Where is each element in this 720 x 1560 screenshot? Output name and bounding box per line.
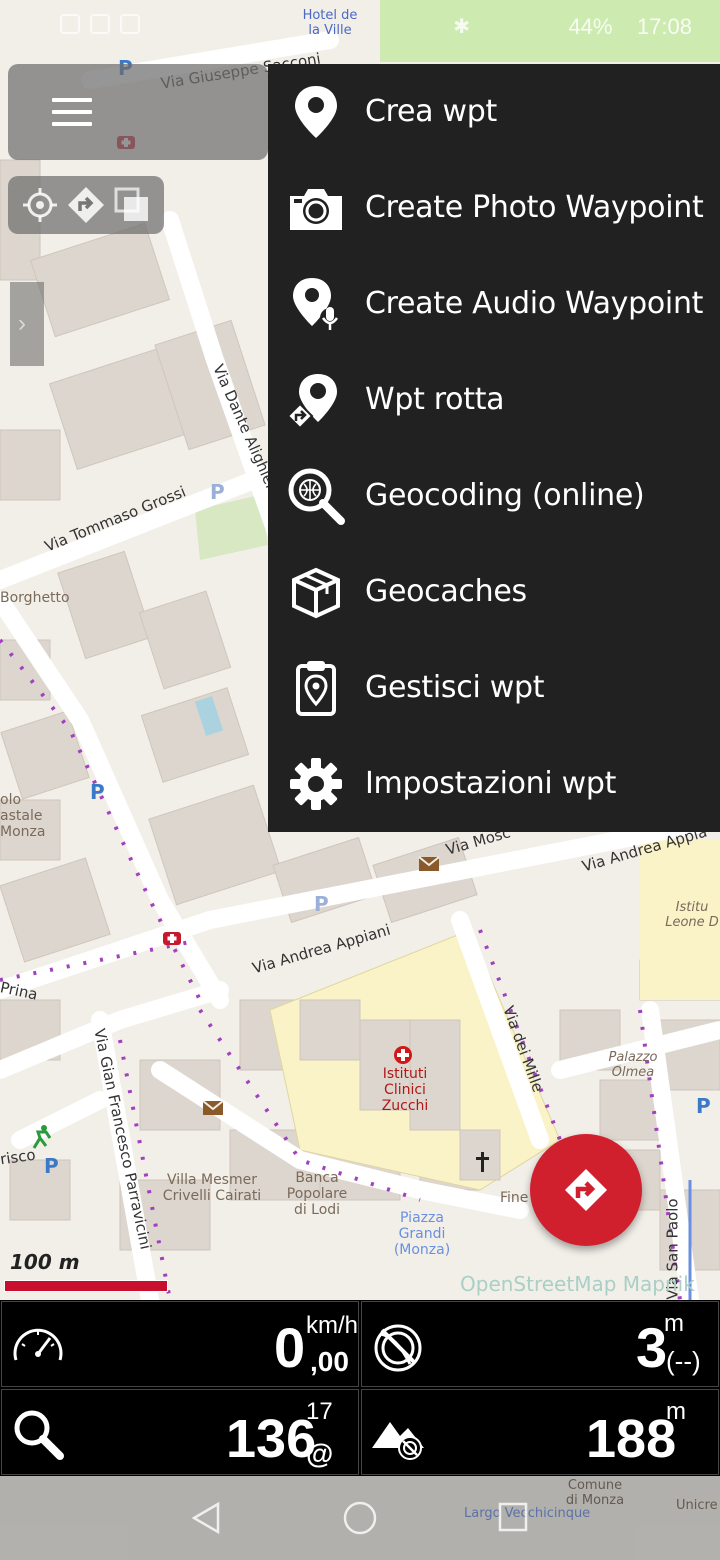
parking-icon-5: P <box>210 480 225 504</box>
system-nav-bar <box>0 1476 720 1560</box>
battery-level: 44% <box>568 14 613 39</box>
notification-icons <box>60 14 140 34</box>
menu-item-label: Create Audio Waypoint <box>365 286 704 321</box>
menu-item-gestisci-wpt[interactable]: Gestisci wpt <box>268 640 720 736</box>
speedometer-icon <box>13 1328 63 1361</box>
back-icon[interactable] <box>188 1500 224 1536</box>
speed-unit: km/h <box>306 1312 359 1339</box>
gps-accuracy-icon <box>374 1324 422 1372</box>
altitude-widget[interactable]: 188 m <box>361 1389 719 1475</box>
menu-item-label: Geocaches <box>365 574 527 609</box>
parking-icon-3: P <box>696 1094 711 1118</box>
poi-villa-mesmer: Villa Mesmer Crivelli Cairati <box>162 1172 262 1204</box>
search-icon <box>14 1410 64 1460</box>
parking-icon-2: P <box>44 1154 59 1178</box>
clock: 17:08 <box>636 14 692 39</box>
recents-icon[interactable] <box>496 1500 532 1536</box>
satellites-widget[interactable]: 136 17 @ <box>1 1389 359 1475</box>
map-attribution[interactable]: OpenStreetMap Mapnik <box>460 1272 695 1296</box>
globe-search-icon <box>288 468 345 525</box>
hospital-icon <box>394 1046 412 1064</box>
menu-item-impostazioni-wpt[interactable]: Impostazioni wpt <box>268 736 720 832</box>
menu-item-label: Geocoding (online) <box>365 478 645 513</box>
crosshair-icon[interactable] <box>20 185 60 225</box>
hamburger-icon <box>52 98 92 126</box>
menu-item-create-audio-waypoint[interactable]: Create Audio Waypoint <box>268 256 720 352</box>
accuracy-widget[interactable]: 3 m (--) <box>361 1301 719 1387</box>
menu-item-label: Crea wpt <box>365 94 497 129</box>
clipboard-pin-icon <box>296 661 336 716</box>
speed-decimals: ,00 <box>310 1346 349 1377</box>
accuracy-unit: m <box>664 1310 684 1337</box>
post-office-icon <box>418 856 440 871</box>
pharmacy-icon <box>163 932 181 945</box>
navigate-diamond-icon <box>565 1169 607 1211</box>
layers-icon[interactable] <box>112 185 152 225</box>
accuracy-value: 3 <box>636 1316 668 1379</box>
poi-istituti-clinici-zucchi: Istituti Clinici Zucchi <box>381 1066 429 1114</box>
menu-item-wpt-rotta[interactable]: Wpt rotta <box>268 352 720 448</box>
home-icon[interactable] <box>342 1500 378 1536</box>
map-tools-bar <box>8 176 164 234</box>
menu-item-geocaches[interactable]: Geocaches <box>268 544 720 640</box>
box-icon <box>292 567 340 619</box>
status-right: 44% 17:08 <box>568 14 692 40</box>
runner-icon <box>32 1125 52 1149</box>
accuracy-extra: (--) <box>666 1346 701 1376</box>
parking-icon-6: P <box>314 892 329 916</box>
church-icon <box>476 1152 489 1172</box>
dashboard: 0 ,00 km/h 3 m (--) 136 17 @ 188 m <box>0 1300 720 1476</box>
menu-item-label: Impostazioni wpt <box>365 766 617 801</box>
poi-fine: Fine <box>500 1190 529 1206</box>
poi-piazza: Piazza Grandi (Monza) <box>393 1210 451 1258</box>
navigate-button[interactable] <box>530 1134 642 1246</box>
mountain-icon <box>372 1422 424 1460</box>
menu-item-label: Wpt rotta <box>365 382 505 417</box>
status-bar: ✱ 44% 17:08 <box>0 0 720 56</box>
menu-item-geocoding[interactable]: Geocoding (online) <box>268 448 720 544</box>
map-scale-label: 100 m <box>10 1250 80 1274</box>
camera-icon <box>290 189 342 230</box>
satellites-sup: 17 <box>306 1398 333 1425</box>
mic-pin-icon <box>293 278 340 330</box>
gear-icon <box>290 758 342 810</box>
wifi-icon <box>60 14 80 34</box>
poi-olo: olo astale Monza <box>0 792 46 840</box>
parking-icon: P <box>90 780 105 804</box>
side-panel-handle[interactable]: › <box>10 282 44 366</box>
poi-banca: Banca Popolare di Lodi <box>286 1170 348 1218</box>
altitude-value: 188 <box>586 1409 677 1469</box>
route-pin-icon <box>286 374 337 430</box>
chevron-right-icon: › <box>18 310 26 337</box>
waypoint-menu: Crea wpt Create Photo Waypoint Create Au… <box>268 64 720 832</box>
altitude-unit: m <box>666 1398 686 1425</box>
poi-palazzo: Palazzo Olmea <box>608 1050 658 1080</box>
post-office-icon-2 <box>202 1100 224 1115</box>
menu-item-label: Gestisci wpt <box>365 670 545 705</box>
bluetooth-icon: ✱ <box>453 16 470 38</box>
pin-icon <box>295 86 337 138</box>
menu-item-label: Create Photo Waypoint <box>365 190 704 225</box>
speed-widget[interactable]: 0 ,00 km/h <box>1 1301 359 1387</box>
menu-item-create-photo-waypoint[interactable]: Create Photo Waypoint <box>268 160 720 256</box>
map-scale-bar <box>4 1280 168 1292</box>
navigate-diamond-icon[interactable] <box>66 185 106 225</box>
messenger-icon <box>90 14 110 34</box>
menu-item-create-wpt[interactable]: Crea wpt <box>268 64 720 160</box>
satellites-sub: @ <box>306 1438 334 1469</box>
poi-borghetto: Borghetto <box>0 590 70 606</box>
satellites-value: 136 <box>226 1409 317 1469</box>
speed-value: 0 <box>274 1316 306 1379</box>
instagram-icon <box>120 14 140 34</box>
poi-leone: Istitu Leone D <box>665 900 719 930</box>
main-menu-button[interactable] <box>8 64 268 160</box>
